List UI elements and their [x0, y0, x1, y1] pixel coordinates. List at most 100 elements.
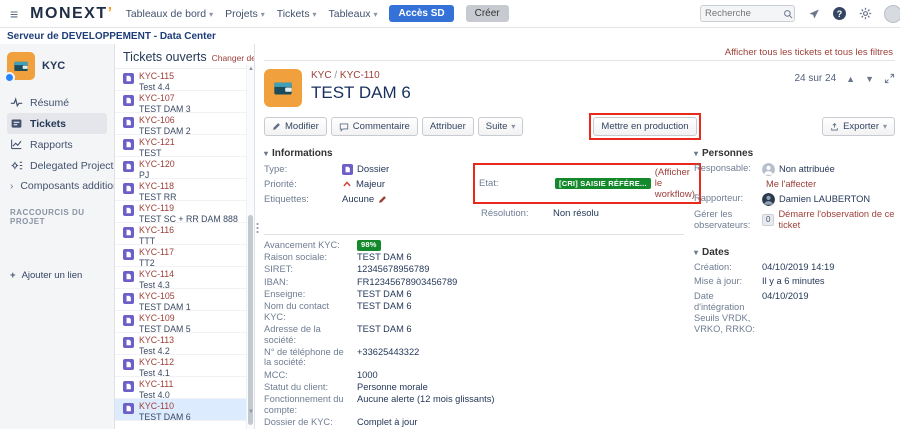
ticket-key[interactable]: KYC-110	[139, 401, 191, 412]
breadcrumb-issue-link[interactable]: KYC-110	[340, 70, 380, 81]
help-icon[interactable]: ?	[833, 7, 846, 20]
ticket-list-item[interactable]: KYC-112 Test 4.1	[115, 355, 254, 377]
sidebar-item-rapports[interactable]: Rapports	[7, 134, 107, 155]
sidebar-item-tickets[interactable]: Tickets	[7, 113, 107, 134]
issue-avatar-wallet-icon	[264, 69, 302, 107]
ticket-key[interactable]: KYC-111	[139, 379, 173, 390]
informations-section-header[interactable]: ▾ Informations	[264, 148, 684, 159]
create-button[interactable]: Créer	[466, 5, 509, 22]
ticket-key[interactable]: KYC-114	[139, 269, 174, 280]
dates-section-header[interactable]: ▾ Dates	[694, 247, 895, 258]
ticket-key[interactable]: KYC-116	[139, 225, 174, 236]
share-icon[interactable]	[807, 7, 821, 21]
status-badge[interactable]: [CRI] SAISIE RÉFÉRE...	[555, 178, 651, 189]
ticket-key[interactable]: KYC-109	[139, 313, 191, 324]
scroll-up-icon[interactable]: ▲	[248, 66, 254, 72]
field-row: SIRET: 12345678956789	[264, 264, 684, 275]
ticket-list-item[interactable]: KYC-113 Test 4.2	[115, 333, 254, 355]
add-link-button[interactable]: + Ajouter un lien	[7, 265, 107, 286]
scroll-down-icon[interactable]: ▼	[248, 409, 254, 415]
breadcrumb-project-link[interactable]: KYC	[311, 70, 332, 81]
ticket-list-item[interactable]: KYC-110 TEST DAM 6	[115, 399, 254, 421]
shortcut-link[interactable]	[7, 237, 107, 244]
ticket-key[interactable]: KYC-112	[139, 357, 174, 368]
previous-issue-icon[interactable]: ▲	[846, 74, 855, 84]
user-avatar[interactable]	[884, 5, 900, 23]
ticket-summary: Test 4.0	[139, 390, 173, 401]
next-issue-icon[interactable]: ▼	[865, 74, 874, 84]
export-wrap: Exporter ▾	[822, 117, 895, 136]
ticket-list-item[interactable]: KYC-117 TT2	[115, 245, 254, 267]
menu-tickets[interactable]: Tickets ▾	[277, 8, 317, 20]
issue-type-icon	[123, 95, 134, 110]
show-all-tickets-link[interactable]: Afficher tous les tickets et tous les fi…	[725, 47, 893, 58]
ticket-list-item[interactable]: KYC-120 PJ	[115, 157, 254, 179]
menu-tableaux[interactable]: Tableaux ▾	[329, 8, 378, 20]
gear-icon[interactable]	[858, 7, 872, 21]
people-section-header[interactable]: ▾ Personnes	[694, 148, 895, 159]
issue-title: TEST DAM 6	[311, 83, 411, 103]
shortcut-link[interactable]	[7, 244, 107, 251]
issue-pager: 24 sur 24 ▲ ▼	[794, 69, 895, 84]
edit-button[interactable]: Modifier	[264, 117, 327, 136]
more-actions-button[interactable]: Suite ▾	[478, 117, 524, 136]
ticket-list-item[interactable]: KYC-107 TEST DAM 3	[115, 91, 254, 113]
ticket-list-item[interactable]: KYC-114 Test 4.3	[115, 267, 254, 289]
ticket-list-item[interactable]: KYC-105 TEST DAM 1	[115, 289, 254, 311]
ticket-list-item[interactable]: KYC-115 Test 4.4	[115, 69, 254, 91]
export-button[interactable]: Exporter ▾	[822, 117, 895, 136]
ticket-key[interactable]: KYC-106	[139, 115, 191, 126]
search-box[interactable]	[700, 5, 795, 22]
show-workflow-link[interactable]: (Afficher le workflow)	[655, 167, 695, 200]
ticket-list-item[interactable]: KYC-119 TEST SC + RR DAM 888	[115, 201, 254, 223]
ticket-list-item[interactable]: KYC-109 TEST DAM 5	[115, 311, 254, 333]
start-watching-link[interactable]: Démarre l'observation de ce ticket	[778, 209, 895, 231]
annotation-box-etat: Etat: [CRI] SAISIE RÉFÉRE... (Afficher l…	[473, 163, 701, 204]
shortcut-link[interactable]	[7, 258, 107, 265]
ticket-summary: TTT	[139, 236, 174, 247]
chevron-down-icon: ▾	[313, 10, 317, 19]
menu-projets[interactable]: Projets ▾	[225, 8, 265, 20]
comment-button[interactable]: Commentaire	[331, 117, 418, 136]
ticket-key[interactable]: KYC-117	[139, 247, 174, 258]
scrollbar-thumb[interactable]	[248, 215, 253, 425]
change-filter-link[interactable]: Changer de filtre ▾	[212, 53, 255, 63]
ticket-list-item[interactable]: KYC-121 TEST	[115, 135, 254, 157]
expand-icon[interactable]	[884, 73, 895, 84]
ticket-key[interactable]: KYC-113	[139, 335, 174, 346]
assign-to-me-link[interactable]: Me l'affecter	[766, 179, 895, 189]
hamburger-menu-icon[interactable]: ≡	[10, 6, 18, 22]
shortcut-link[interactable]	[7, 230, 107, 237]
ticket-key[interactable]: KYC-105	[139, 291, 191, 302]
sidebar-item-composants-additionnels[interactable]: › Composants additionnels	[7, 176, 107, 196]
ticket-list-item[interactable]: KYC-116 TTT	[115, 223, 254, 245]
reporter-label: Rapporteur:	[694, 193, 762, 206]
ticket-key[interactable]: KYC-107	[139, 93, 191, 104]
project-header[interactable]: KYC	[7, 52, 107, 80]
field-row: Avancement KYC: 98%	[264, 240, 684, 251]
ticket-key[interactable]: KYC-118	[139, 181, 176, 192]
sidebar-item-resume[interactable]: Résumé	[7, 92, 107, 113]
search-input[interactable]	[705, 8, 783, 19]
integration-date-label: Date d'intégration Seuils VRDK, VRKO, RR…	[694, 291, 762, 336]
sidebar-item-delegated-admin[interactable]: Delegated Project Admin	[7, 155, 107, 176]
ticket-list-item[interactable]: KYC-106 TEST DAM 2	[115, 113, 254, 135]
edit-labels-pencil-icon[interactable]	[378, 195, 387, 204]
ticket-list-item[interactable]: KYC-118 TEST RR	[115, 179, 254, 201]
field-label: Raison sociale:	[264, 252, 357, 263]
ticket-key[interactable]: KYC-119	[139, 203, 238, 214]
menu-tableaux-de-bord[interactable]: Tableaux de bord ▾	[126, 8, 214, 20]
mettre-en-production-button[interactable]: Mettre en production	[593, 117, 696, 136]
ticket-key[interactable]: KYC-121	[139, 137, 175, 148]
monext-logo[interactable]: MONEXT’	[30, 5, 113, 23]
assign-button[interactable]: Attribuer	[422, 117, 474, 136]
list-scrollbar[interactable]: ▲ ▼	[246, 65, 254, 429]
ticket-list-item[interactable]: KYC-111 Test 4.0	[115, 377, 254, 399]
shortcut-link[interactable]	[7, 251, 107, 258]
ticket-key[interactable]: KYC-120	[139, 159, 175, 170]
issue-type-icon	[123, 205, 134, 220]
ticket-key[interactable]: KYC-115	[139, 71, 174, 82]
ticket-texts: KYC-106 TEST DAM 2	[139, 115, 191, 132]
acces-sd-button[interactable]: Accès SD	[389, 5, 453, 22]
panel-resize-handle[interactable]	[256, 222, 259, 235]
